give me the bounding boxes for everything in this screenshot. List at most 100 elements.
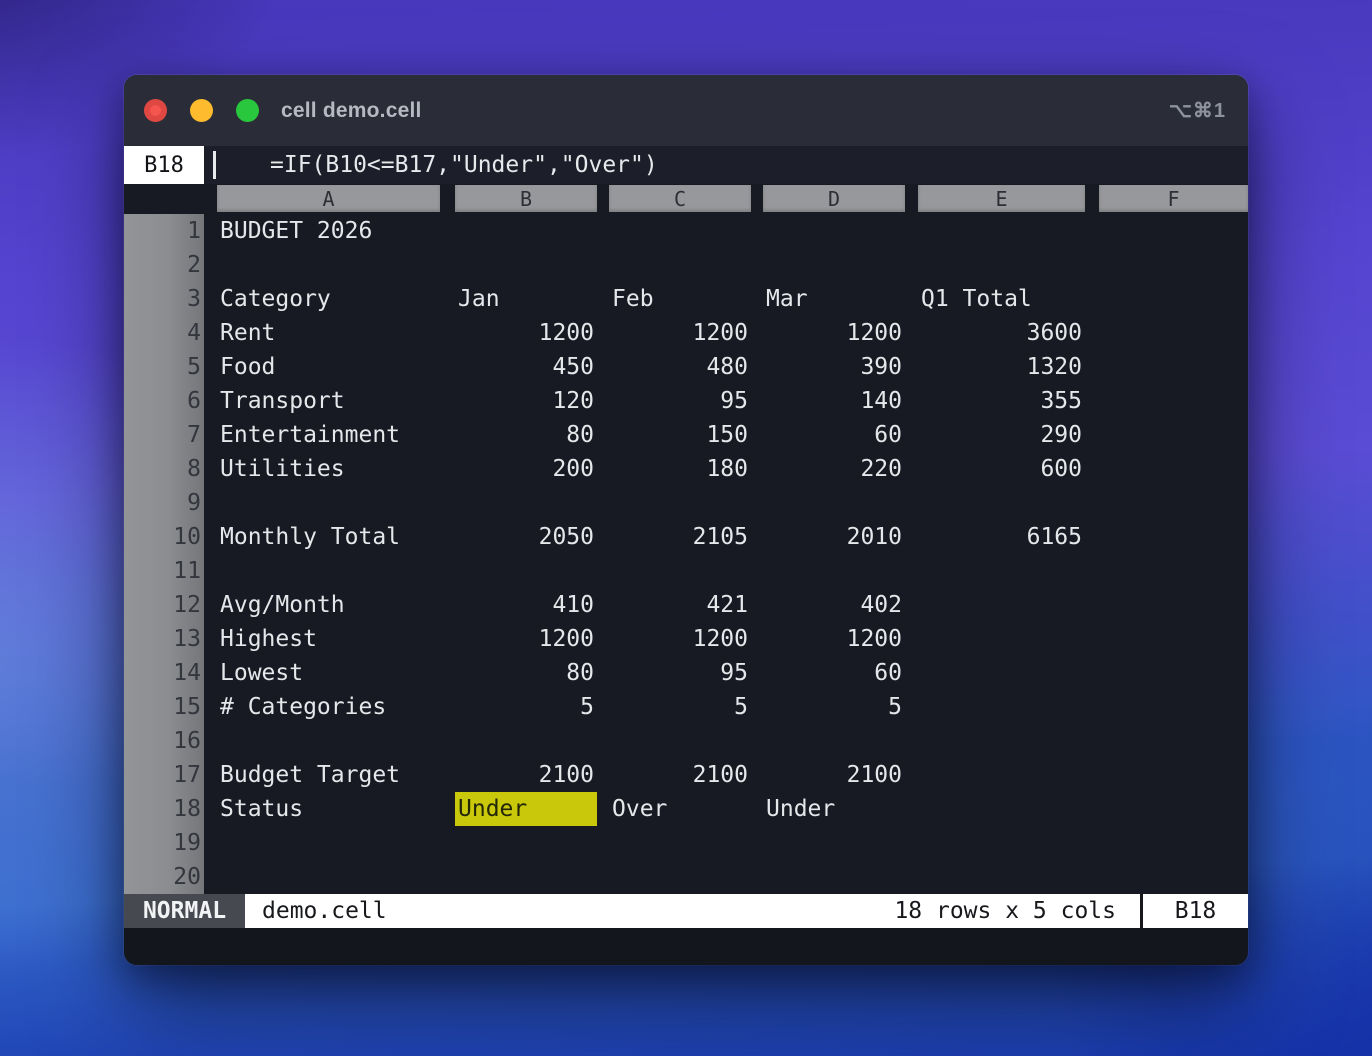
- cell-E6[interactable]: 355: [918, 384, 1085, 418]
- cell-D10[interactable]: 2010: [763, 520, 905, 554]
- cell-D14[interactable]: 60: [763, 656, 905, 690]
- sheet-row-3: 3 Category Jan Feb Mar Q1 Total: [124, 282, 1248, 316]
- cell-A5[interactable]: Food: [217, 350, 440, 384]
- row-number-17[interactable]: 17: [124, 758, 204, 792]
- row-number-2[interactable]: 2: [124, 248, 204, 282]
- cell-A10[interactable]: Monthly Total: [217, 520, 440, 554]
- sheet-row-18: 18 Status Under Over Under: [124, 792, 1248, 826]
- sheet-row-19: 19: [124, 826, 1248, 860]
- cell-E3[interactable]: Q1 Total: [918, 282, 1085, 316]
- row-number-7[interactable]: 7: [124, 418, 204, 452]
- row-number-8[interactable]: 8: [124, 452, 204, 486]
- cell-D18[interactable]: Under: [763, 792, 905, 826]
- cell-B15[interactable]: 5: [455, 690, 597, 724]
- cell-A7[interactable]: Entertainment: [217, 418, 440, 452]
- row-number-6[interactable]: 6: [124, 384, 204, 418]
- cell-B10[interactable]: 2050: [455, 520, 597, 554]
- cell-B3[interactable]: Jan: [455, 282, 597, 316]
- column-header-F[interactable]: F: [1099, 185, 1248, 212]
- column-headers: ABCDEF: [124, 184, 1248, 214]
- cell-C4[interactable]: 1200: [609, 316, 751, 350]
- cell-D5[interactable]: 390: [763, 350, 905, 384]
- sheet-row-10: 10 Monthly Total 2050 2105 2010 6165: [124, 520, 1248, 554]
- row-number-19[interactable]: 19: [124, 826, 204, 860]
- cell-A14[interactable]: Lowest: [217, 656, 440, 690]
- cell-A6[interactable]: Transport: [217, 384, 440, 418]
- cell-E10[interactable]: 6165: [918, 520, 1085, 554]
- row-number-5[interactable]: 5: [124, 350, 204, 384]
- cell-B8[interactable]: 200: [455, 452, 597, 486]
- cell-B5[interactable]: 450: [455, 350, 597, 384]
- row-number-4[interactable]: 4: [124, 316, 204, 350]
- row-number-13[interactable]: 13: [124, 622, 204, 656]
- row-number-1[interactable]: 1: [124, 214, 204, 248]
- cell-A4[interactable]: Rent: [217, 316, 440, 350]
- column-header-E[interactable]: E: [918, 185, 1085, 212]
- cell-D7[interactable]: 60: [763, 418, 905, 452]
- cell-C7[interactable]: 150: [609, 418, 751, 452]
- cell-D8[interactable]: 220: [763, 452, 905, 486]
- sheet-row-11: 11: [124, 554, 1248, 588]
- cell-B18[interactable]: Under: [455, 792, 597, 826]
- column-header-C[interactable]: C: [609, 185, 751, 212]
- cell-C5[interactable]: 480: [609, 350, 751, 384]
- cell-B7[interactable]: 80: [455, 418, 597, 452]
- cell-C18[interactable]: Over: [609, 792, 751, 826]
- cell-D13[interactable]: 1200: [763, 622, 905, 656]
- cell-B14[interactable]: 80: [455, 656, 597, 690]
- cell-C6[interactable]: 95: [609, 384, 751, 418]
- cell-A1[interactable]: BUDGET 2026: [217, 214, 440, 248]
- cell-C8[interactable]: 180: [609, 452, 751, 486]
- row-number-15[interactable]: 15: [124, 690, 204, 724]
- cell-B4[interactable]: 1200: [455, 316, 597, 350]
- cell-B17[interactable]: 2100: [455, 758, 597, 792]
- cell-A3[interactable]: Category: [217, 282, 440, 316]
- row-number-20[interactable]: 20: [124, 860, 204, 894]
- formula-input[interactable]: =IF(B10<=B17,"Under","Over"): [270, 146, 658, 184]
- cell-E4[interactable]: 3600: [918, 316, 1085, 350]
- cell-B6[interactable]: 120: [455, 384, 597, 418]
- cell-D17[interactable]: 2100: [763, 758, 905, 792]
- column-header-A[interactable]: A: [217, 185, 440, 212]
- cell-C14[interactable]: 95: [609, 656, 751, 690]
- cell-D6[interactable]: 140: [763, 384, 905, 418]
- row-number-16[interactable]: 16: [124, 724, 204, 758]
- cell-D12[interactable]: 402: [763, 588, 905, 622]
- cell-C17[interactable]: 2100: [609, 758, 751, 792]
- close-button[interactable]: [144, 99, 167, 122]
- cell-D3[interactable]: Mar: [763, 282, 905, 316]
- cell-A13[interactable]: Highest: [217, 622, 440, 656]
- column-header-D[interactable]: D: [763, 185, 905, 212]
- row-number-18[interactable]: 18: [124, 792, 204, 826]
- sheet-row-5: 5 Food 450 480 390 1320: [124, 350, 1248, 384]
- cell-A17[interactable]: Budget Target: [217, 758, 440, 792]
- row-number-9[interactable]: 9: [124, 486, 204, 520]
- cell-B12[interactable]: 410: [455, 588, 597, 622]
- cell-A8[interactable]: Utilities: [217, 452, 440, 486]
- row-number-3[interactable]: 3: [124, 282, 204, 316]
- window-title: cell demo.cell: [281, 99, 422, 123]
- cell-C15[interactable]: 5: [609, 690, 751, 724]
- minimize-button[interactable]: [190, 99, 213, 122]
- cell-E8[interactable]: 600: [918, 452, 1085, 486]
- cell-E5[interactable]: 1320: [918, 350, 1085, 384]
- sheet-row-20: 20: [124, 860, 1248, 894]
- row-number-14[interactable]: 14: [124, 656, 204, 690]
- column-header-B[interactable]: B: [455, 185, 597, 212]
- cell-A15[interactable]: # Categories: [217, 690, 440, 724]
- cell-C3[interactable]: Feb: [609, 282, 751, 316]
- cell-C13[interactable]: 1200: [609, 622, 751, 656]
- sheet-row-4: 4 Rent 1200 1200 1200 3600: [124, 316, 1248, 350]
- cell-C12[interactable]: 421: [609, 588, 751, 622]
- cell-C10[interactable]: 2105: [609, 520, 751, 554]
- cell-E7[interactable]: 290: [918, 418, 1085, 452]
- cell-A18[interactable]: Status: [217, 792, 440, 826]
- cell-D15[interactable]: 5: [763, 690, 905, 724]
- zoom-button[interactable]: [236, 99, 259, 122]
- cell-D4[interactable]: 1200: [763, 316, 905, 350]
- row-number-12[interactable]: 12: [124, 588, 204, 622]
- row-number-11[interactable]: 11: [124, 554, 204, 588]
- cell-B13[interactable]: 1200: [455, 622, 597, 656]
- cell-A12[interactable]: Avg/Month: [217, 588, 440, 622]
- row-number-10[interactable]: 10: [124, 520, 204, 554]
